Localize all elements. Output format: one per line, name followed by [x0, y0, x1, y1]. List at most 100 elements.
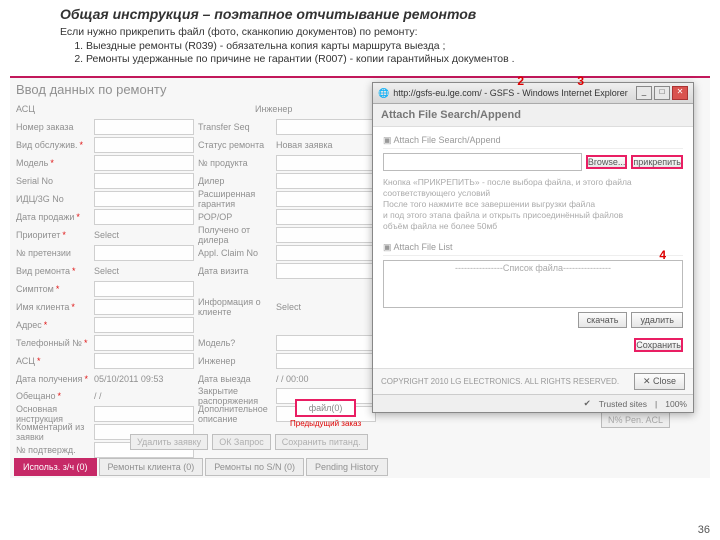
- trusted-label: Trusted sites: [599, 399, 647, 409]
- attach-button[interactable]: прикрепить: [631, 155, 683, 169]
- label: Номер заказа: [16, 119, 90, 134]
- popup-url: http://gsfs-eu.lge.com/ - GSFS - Windows…: [393, 88, 632, 98]
- label: Основная инструкция: [16, 406, 90, 421]
- save-button[interactable]: Сохранить: [634, 338, 683, 352]
- label: № подтвержд.: [16, 442, 90, 457]
- field[interactable]: [94, 119, 194, 135]
- file-list[interactable]: ----------------Список файла------------…: [383, 260, 683, 308]
- field[interactable]: [276, 173, 376, 189]
- popup-body: ▣ Attach File Search/Append Browse... пр…: [373, 127, 693, 368]
- section-search: ▣ Attach File Search/Append: [383, 135, 683, 149]
- label: Appl. Claim No: [198, 245, 272, 260]
- label: Приоритет*: [16, 227, 90, 242]
- label: Получено от дилера: [198, 227, 272, 242]
- field[interactable]: [276, 209, 376, 225]
- delete-button[interactable]: удалить: [631, 312, 683, 328]
- file-button[interactable]: файл(0): [295, 399, 357, 417]
- label: ИДЦ/3G No: [16, 191, 90, 206]
- list-item: Ремонты удержанные по причине не гаранти…: [86, 53, 704, 65]
- label: Вид ремонта*: [16, 263, 90, 278]
- trusted-icon: ✔: [584, 398, 591, 409]
- label: Transfer Seq: [198, 119, 272, 134]
- field[interactable]: [94, 353, 194, 369]
- popup-footer: COPYRIGHT 2010 LG ELECTRONICS. ALL RIGHT…: [373, 368, 693, 394]
- label: Дата визита: [198, 263, 272, 278]
- label: Инженер: [255, 104, 292, 114]
- label: Телефонный №*: [16, 335, 90, 350]
- tab-client-repairs[interactable]: Ремонты клиента (0): [99, 458, 204, 476]
- list-item: Выездные ремонты (R039) - обязательна ко…: [86, 40, 704, 52]
- field[interactable]: [276, 155, 376, 171]
- ok-request-button[interactable]: ОК Запрос: [212, 434, 271, 450]
- popup-titlebar: 🌐 http://gsfs-eu.lge.com/ - GSFS - Windo…: [373, 83, 693, 104]
- field[interactable]: [94, 299, 194, 315]
- annotation-3: 3: [577, 74, 584, 88]
- pen-acl-button[interactable]: N% Pen. ACL: [601, 412, 670, 428]
- field[interactable]: [94, 406, 194, 422]
- annotation-2: 2: [517, 74, 524, 88]
- field[interactable]: [94, 317, 194, 333]
- field[interactable]: [276, 191, 376, 207]
- label: РОР/ОР: [198, 209, 272, 224]
- value: 05/10/2011 09:53: [94, 371, 194, 386]
- minimize-button[interactable]: _: [636, 86, 652, 100]
- label: АСЦ*: [16, 353, 90, 368]
- label: Дополнительное описание: [198, 406, 272, 421]
- value: Select: [94, 263, 194, 278]
- field[interactable]: [94, 137, 194, 153]
- field[interactable]: [94, 335, 194, 351]
- label: Модель*: [16, 155, 90, 170]
- value: / / 00:00: [276, 371, 376, 386]
- label: Имя клиента*: [16, 299, 90, 314]
- label: АСЦ: [16, 104, 35, 114]
- field[interactable]: [276, 119, 376, 135]
- instruction-list: Выездные ремонты (R039) - обязательна ко…: [60, 40, 704, 65]
- label: Информация о клиенте: [198, 299, 272, 314]
- section-list: ▣ Attach File List: [383, 242, 683, 256]
- tab-parts[interactable]: Использ. з/ч (0): [14, 458, 97, 476]
- status-bar: ✔ Trusted sites | 100%: [373, 394, 693, 412]
- field[interactable]: [94, 155, 194, 171]
- tab-pending-history[interactable]: Pending History: [306, 458, 388, 476]
- field[interactable]: [94, 245, 194, 261]
- label: Дилер: [198, 173, 272, 188]
- field[interactable]: [276, 353, 376, 369]
- value: Select: [276, 299, 376, 314]
- zoom-label: 100%: [665, 399, 687, 409]
- label: Обещано*: [16, 388, 90, 403]
- download-button[interactable]: скачать: [578, 312, 628, 328]
- field[interactable]: [276, 227, 376, 243]
- delete-request-button[interactable]: Удалить заявку: [130, 434, 208, 450]
- tab-sn-repairs[interactable]: Ремонты по S/N (0): [205, 458, 304, 476]
- file-button-group: файл(0) Предыдущий заказ: [290, 399, 361, 428]
- label: Комментарий из заявки: [16, 424, 90, 439]
- page-number: 36: [698, 524, 710, 536]
- field[interactable]: [276, 335, 376, 351]
- prev-order-label: Предыдущий заказ: [290, 419, 361, 428]
- label: Инженер: [198, 353, 272, 368]
- field[interactable]: [276, 245, 376, 261]
- attach-file-popup: 🌐 http://gsfs-eu.lge.com/ - GSFS - Windo…: [372, 82, 694, 413]
- label: № продукта: [198, 155, 272, 170]
- label: Модель?: [198, 335, 272, 350]
- maximize-button[interactable]: □: [654, 86, 670, 100]
- field[interactable]: [276, 263, 376, 279]
- field[interactable]: [94, 281, 194, 297]
- value: Select: [94, 227, 194, 242]
- label: Вид обслужив.*: [16, 137, 90, 152]
- close-button[interactable]: ✕: [672, 86, 688, 100]
- field[interactable]: [94, 173, 194, 189]
- field[interactable]: [94, 209, 194, 225]
- value: Новая заявка: [276, 137, 376, 152]
- field[interactable]: [94, 191, 194, 207]
- file-path-input[interactable]: [383, 153, 582, 171]
- browse-button[interactable]: Browse...: [586, 155, 628, 169]
- screenshot-container: Ввод данных по ремонту АСЦ Инженер Номер…: [10, 76, 710, 478]
- label: Закрытие распоряжения: [198, 388, 272, 403]
- label: Симптом*: [16, 281, 90, 296]
- label: Статус ремонта: [198, 137, 272, 152]
- save-request-button[interactable]: Сохранить питанд.: [275, 434, 368, 450]
- popup-header: Attach File Search/Append: [373, 104, 693, 127]
- form-buttons: Удалить заявку ОК Запрос Сохранить питан…: [130, 434, 368, 450]
- close-footer-button[interactable]: ✕ Close: [634, 373, 685, 390]
